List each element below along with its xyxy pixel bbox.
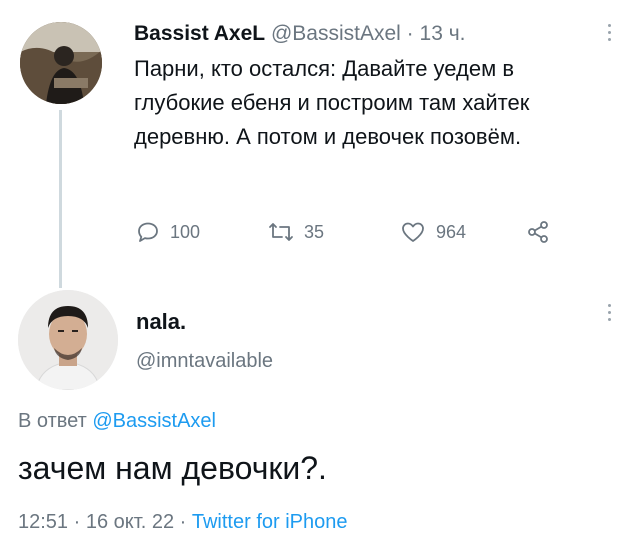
reply-author-handle[interactable]: @imntavailable xyxy=(136,350,273,373)
more-icon[interactable] xyxy=(608,304,611,321)
reply-metadata: 12:51 · 16 окт. 22 · Twitter for iPhone xyxy=(18,511,347,534)
reply-author-name[interactable]: nala. xyxy=(136,309,186,335)
meta-separator: · xyxy=(73,511,81,533)
share-button[interactable] xyxy=(526,220,550,244)
like-count: 964 xyxy=(436,221,467,242)
avatar-photo xyxy=(20,22,102,104)
reply-text: зачем нам девочки?. xyxy=(18,450,327,486)
reply-to-mention[interactable]: @BassistAxel xyxy=(92,410,216,432)
like-button[interactable]: 964 xyxy=(400,220,466,244)
reply-author-avatar[interactable] xyxy=(18,290,118,390)
reply-context: В ответ @BassistAxel xyxy=(18,410,216,433)
tweet-time[interactable]: 13 ч. xyxy=(420,22,466,45)
reply-button[interactable]: 100 xyxy=(136,220,200,244)
thread-connector-line xyxy=(59,110,62,288)
meta-separator: · xyxy=(406,22,414,45)
retweet-count: 35 xyxy=(304,221,325,242)
like-icon xyxy=(402,222,424,242)
reply-source[interactable]: Twitter for iPhone xyxy=(192,511,348,533)
avatar-photo xyxy=(18,290,118,390)
retweet-icon xyxy=(269,223,293,241)
reply-count: 100 xyxy=(170,221,201,242)
reply-to-prefix: В ответ xyxy=(18,410,87,432)
share-icon xyxy=(528,221,548,243)
meta-separator: · xyxy=(179,511,187,533)
more-icon[interactable] xyxy=(608,24,611,41)
author-name[interactable]: Bassist AxeL xyxy=(134,22,265,45)
reply-icon xyxy=(138,222,158,242)
author-handle[interactable]: @BassistAxel xyxy=(271,22,401,45)
author-avatar[interactable] xyxy=(20,22,102,104)
tweet-header: Bassist AxeL @BassistAxel · 13 ч. xyxy=(134,22,465,46)
tweet-text: Парни, кто остался: Давайте уедем в глуб… xyxy=(134,56,530,149)
reply-time[interactable]: 12:51 xyxy=(18,511,68,533)
retweet-button[interactable]: 35 xyxy=(268,220,324,244)
reply-date[interactable]: 16 окт. 22 xyxy=(86,511,174,533)
